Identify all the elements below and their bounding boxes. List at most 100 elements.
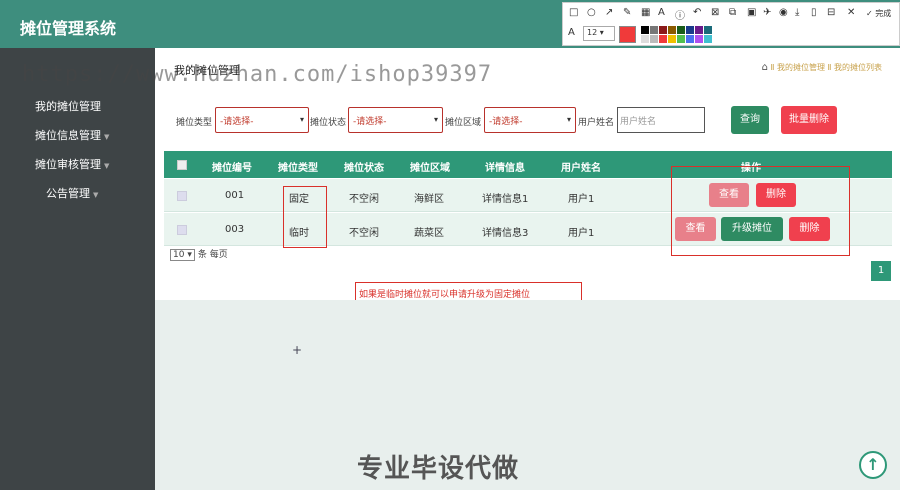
chevron-down-icon: ▾ — [566, 115, 571, 124]
color-swatch[interactable] — [659, 26, 667, 34]
column-header: 摊位状态 — [344, 163, 384, 174]
chevron-down-icon: ▾ — [433, 115, 438, 124]
undo-icon[interactable]: ↶ — [693, 7, 701, 18]
color-swatch[interactable] — [668, 26, 676, 34]
info-tool-icon[interactable]: ⓘ — [675, 7, 685, 22]
close-icon[interactable]: ✕ — [847, 7, 855, 18]
page-size-control: 10 ▾ 条 每页 — [170, 247, 228, 261]
font-size-value: 12 — [587, 28, 598, 37]
user-name-input[interactable]: 用户姓名 — [617, 107, 705, 133]
download-icon[interactable]: ⤓ — [795, 7, 799, 18]
user-filter-label: 用户姓名 — [578, 118, 615, 128]
actions-column-highlight — [671, 166, 850, 256]
stall-status-cell: 不空闲 — [349, 194, 379, 205]
breadcrumb-section[interactable]: 我的摊位管理 — [777, 63, 825, 72]
color-swatch[interactable] — [695, 26, 703, 34]
current-color-swatch[interactable] — [619, 26, 636, 43]
color-swatch[interactable] — [668, 35, 676, 43]
scroll-to-top-icon[interactable]: ↑ — [859, 451, 887, 479]
home-icon[interactable]: ⌂ — [762, 62, 768, 73]
color-swatch[interactable] — [695, 35, 703, 43]
color-swatch[interactable] — [677, 35, 685, 43]
done-label: 完成 — [875, 9, 892, 18]
sidebar-item-notice[interactable]: 公告管理 ▼ — [46, 185, 98, 201]
column-header: 详情信息 — [485, 163, 525, 174]
column-header: 用户姓名 — [561, 163, 601, 174]
batch-delete-button[interactable]: 批量删除 — [781, 106, 837, 134]
type-select[interactable]: -请选择- ▾ — [215, 107, 309, 133]
column-header: 摊位编号 — [212, 163, 252, 174]
pin-icon[interactable]: ✈ — [763, 7, 771, 18]
breadcrumb: ⌂ Ⅱ 我的摊位管理 Ⅱ 我的摊位列表 — [762, 62, 882, 73]
stall-detail-cell: 详情信息3 — [482, 228, 529, 239]
query-button[interactable]: 查询 — [731, 106, 769, 134]
stall-status-cell: 不空闲 — [349, 228, 379, 239]
stall-id-cell: 003 — [225, 224, 245, 235]
mosaic-tool-icon[interactable]: ▦ — [641, 7, 650, 18]
color-swatch[interactable] — [677, 26, 685, 34]
sidebar-item-my-stall[interactable]: 我的摊位管理 — [35, 98, 101, 114]
color-swatch[interactable] — [641, 35, 649, 43]
sidebar: 我的摊位管理 摊位信息管理 ▼ 摊位审核管理 ▼ 公告管理 ▼ — [0, 48, 155, 490]
breadcrumb-separator: Ⅱ — [770, 63, 775, 72]
arrow-tool-icon[interactable]: ↗ — [605, 7, 613, 18]
row-checkbox[interactable] — [177, 191, 187, 201]
color-swatch[interactable] — [641, 26, 649, 34]
copy-icon[interactable]: ⧉ — [729, 7, 736, 18]
record-icon[interactable]: ◉ — [779, 7, 788, 18]
page-size-value: 10 — [173, 250, 185, 260]
bottom-watermark: 专业毕设代做 — [357, 454, 520, 484]
page-size-select[interactable]: 10 ▾ — [170, 249, 195, 261]
color-swatch[interactable] — [650, 35, 658, 43]
sidebar-item-label: 摊位审核管理 — [35, 158, 101, 171]
url-watermark: https://www.huzhan.com/ishop39397 — [22, 62, 493, 87]
color-swatch[interactable] — [704, 26, 712, 34]
sidebar-item-label: 公告管理 — [46, 187, 90, 200]
color-swatch[interactable] — [686, 26, 694, 34]
breadcrumb-current: 我的摊位列表 — [834, 63, 882, 72]
type-select-value: -请选择- — [220, 117, 254, 127]
app-title: 摊位管理系统 — [20, 19, 117, 38]
column-header: 摊位区域 — [410, 163, 450, 174]
stall-id-cell: 001 — [225, 190, 245, 201]
page-size-suffix: 条 每页 — [197, 250, 228, 260]
crop-icon[interactable]: ⊠ — [711, 7, 719, 18]
area-select-value: -请选择- — [489, 117, 523, 127]
font-icon: A — [568, 27, 575, 38]
color-swatch[interactable] — [704, 35, 712, 43]
stall-area-cell: 蔬菜区 — [414, 228, 444, 239]
sidebar-item-stall-audit[interactable]: 摊位审核管理 ▼ — [35, 156, 109, 172]
ocr-icon[interactable]: ▣ — [747, 7, 756, 18]
lower-background — [155, 300, 900, 490]
color-swatch[interactable] — [650, 26, 658, 34]
type-column-highlight — [283, 186, 327, 248]
annotation-note: 如果是临时摊位就可以申请升级为固定摊位 — [355, 282, 582, 302]
column-header: 摊位类型 — [278, 163, 318, 174]
phone-icon[interactable]: ▯ — [811, 7, 817, 18]
status-filter-label: 摊位状态 — [310, 118, 347, 128]
text-tool-icon[interactable]: A — [658, 7, 665, 18]
save-icon[interactable]: ⊟ — [827, 7, 835, 18]
status-select-value: -请选择- — [353, 117, 387, 127]
row-checkbox[interactable] — [177, 225, 187, 235]
chevron-down-icon: ▼ — [104, 162, 110, 170]
area-select[interactable]: -请选择- ▾ — [484, 107, 576, 133]
page-number-button[interactable]: 1 — [871, 261, 891, 281]
crosshair-cursor-icon: + — [292, 343, 303, 357]
pen-tool-icon[interactable]: ✎ — [623, 7, 631, 18]
font-size-select[interactable]: 12 ▾ — [583, 26, 615, 41]
area-filter-label: 摊位区域 — [445, 118, 482, 128]
status-select[interactable]: -请选择- ▾ — [348, 107, 443, 133]
stall-area-cell: 海鲜区 — [414, 194, 444, 205]
color-swatch[interactable] — [686, 35, 694, 43]
rectangle-tool-icon[interactable]: □ — [569, 7, 578, 18]
sidebar-item-label: 摊位信息管理 — [35, 129, 101, 142]
select-all-checkbox[interactable] — [177, 160, 187, 170]
annotation-toolbar: □ ○ ↗ ✎ ▦ A ⓘ ↶ ⊠ ⧉ ▣ ✈ ◉ ⤓ ▯ ⊟ ✕ ✓ 完成 A… — [562, 2, 900, 46]
chevron-down-icon: ▼ — [104, 133, 110, 141]
done-button[interactable]: ✓ 完成 — [866, 8, 891, 19]
sidebar-item-stall-info[interactable]: 摊位信息管理 ▼ — [35, 127, 109, 143]
ellipse-tool-icon[interactable]: ○ — [587, 7, 596, 18]
type-filter-label: 摊位类型 — [176, 118, 213, 128]
color-swatch[interactable] — [659, 35, 667, 43]
